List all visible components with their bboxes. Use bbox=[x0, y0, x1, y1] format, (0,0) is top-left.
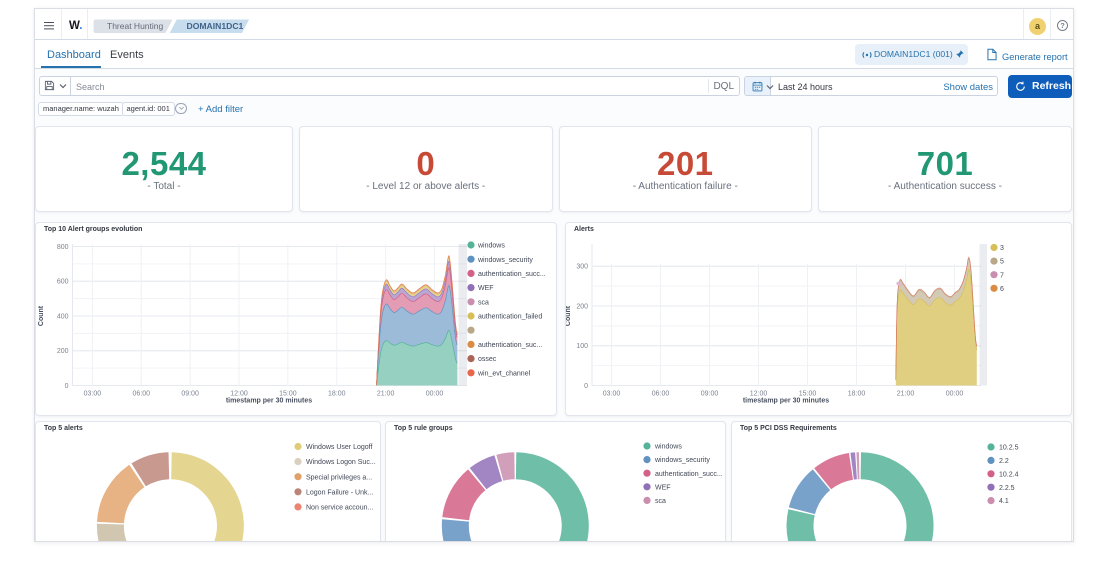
svg-text:06:00: 06:00 bbox=[133, 391, 151, 398]
svg-text:authentication_suc...: authentication_suc... bbox=[478, 342, 542, 349]
svg-text:Logon Failure - Unk...: Logon Failure - Unk... bbox=[306, 489, 373, 496]
svg-text:sca: sca bbox=[655, 498, 666, 505]
svg-text:sca: sca bbox=[478, 299, 489, 306]
svg-text:Count: Count bbox=[566, 305, 572, 326]
svg-text:400: 400 bbox=[57, 313, 69, 320]
svg-text:18:00: 18:00 bbox=[848, 391, 866, 398]
svg-text:600: 600 bbox=[57, 279, 69, 286]
svg-text:200: 200 bbox=[576, 303, 588, 310]
svg-text:800: 800 bbox=[57, 244, 69, 251]
svg-text:WEF: WEF bbox=[655, 484, 671, 491]
svg-text:authentication_succ...: authentication_succ... bbox=[655, 471, 723, 478]
svg-text:15:00: 15:00 bbox=[799, 391, 817, 398]
svg-text:09:00: 09:00 bbox=[701, 391, 719, 398]
svg-text:2.2: 2.2 bbox=[999, 458, 1009, 465]
svg-text:10.2.4: 10.2.4 bbox=[999, 471, 1019, 478]
svg-text:WEF: WEF bbox=[478, 285, 494, 292]
svg-text:ossec: ossec bbox=[478, 356, 497, 363]
svg-text:200: 200 bbox=[57, 348, 69, 355]
svg-text:windows_security: windows_security bbox=[654, 457, 710, 464]
svg-text:09:00: 09:00 bbox=[181, 391, 199, 398]
svg-text:authentication_succ...: authentication_succ... bbox=[478, 271, 546, 278]
svg-text:00:00: 00:00 bbox=[426, 391, 444, 398]
svg-text:Threat Hunting: Threat Hunting bbox=[107, 21, 163, 31]
svg-text:300: 300 bbox=[576, 264, 588, 271]
svg-text:Windows User Logoff: Windows User Logoff bbox=[306, 444, 372, 451]
svg-text:21:00: 21:00 bbox=[377, 391, 395, 398]
svg-text:10.2.5: 10.2.5 bbox=[999, 445, 1019, 452]
svg-text:0: 0 bbox=[65, 383, 69, 390]
svg-text:4.1: 4.1 bbox=[999, 498, 1009, 505]
svg-text:0: 0 bbox=[584, 383, 588, 390]
svg-text:00:00: 00:00 bbox=[946, 391, 964, 398]
svg-text:windows_security: windows_security bbox=[477, 257, 533, 264]
svg-text:Non service accoun...: Non service accoun... bbox=[306, 505, 373, 512]
svg-text:Special privileges a...: Special privileges a... bbox=[306, 474, 372, 481]
svg-text:03:00: 03:00 bbox=[84, 391, 102, 398]
svg-text:timestamp per 30 minutes: timestamp per 30 minutes bbox=[743, 398, 829, 405]
svg-text:03:00: 03:00 bbox=[603, 391, 621, 398]
svg-text:15:00: 15:00 bbox=[279, 391, 297, 398]
svg-text:authentication_failed: authentication_failed bbox=[478, 314, 542, 321]
svg-text:21:00: 21:00 bbox=[897, 391, 915, 398]
svg-text:06:00: 06:00 bbox=[652, 391, 670, 398]
svg-text:win_evt_channel: win_evt_channel bbox=[477, 370, 531, 377]
svg-text:DOMAIN1DC1: DOMAIN1DC1 bbox=[187, 21, 244, 31]
svg-text:12:00: 12:00 bbox=[230, 391, 248, 398]
svg-text:3: 3 bbox=[1000, 245, 1004, 252]
svg-text:windows: windows bbox=[654, 444, 682, 451]
svg-text:Windows Logon Suc...: Windows Logon Suc... bbox=[306, 459, 376, 466]
svg-text:100: 100 bbox=[576, 343, 588, 350]
svg-text:timestamp per 30 minutes: timestamp per 30 minutes bbox=[226, 398, 312, 405]
svg-text:7: 7 bbox=[1000, 272, 1004, 279]
svg-text:12:00: 12:00 bbox=[750, 391, 768, 398]
svg-text:windows: windows bbox=[477, 243, 505, 250]
svg-text:5: 5 bbox=[1000, 259, 1004, 266]
svg-text:2.2.5: 2.2.5 bbox=[999, 485, 1015, 492]
svg-text:6: 6 bbox=[1000, 286, 1004, 293]
svg-text:Count: Count bbox=[38, 305, 45, 326]
svg-text:18:00: 18:00 bbox=[328, 391, 346, 398]
